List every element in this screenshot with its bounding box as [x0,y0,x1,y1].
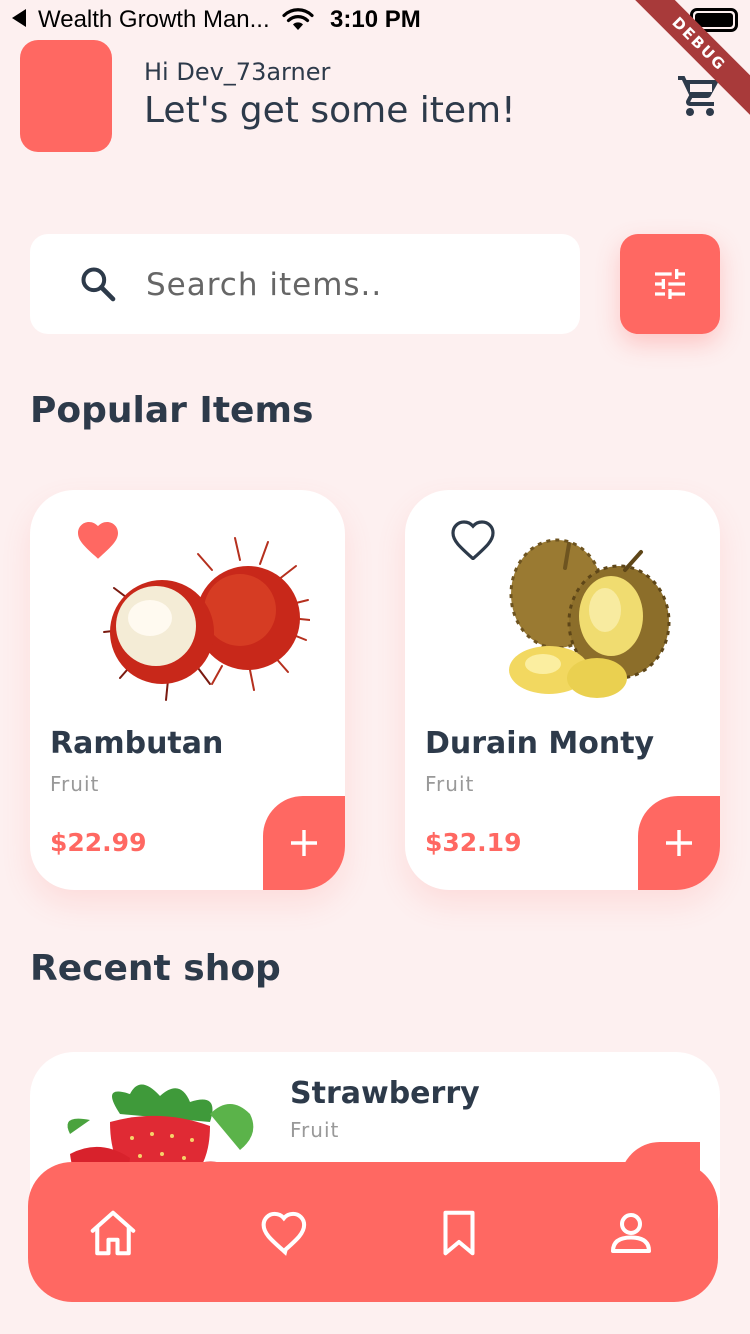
recent-section-title: Recent shop [30,948,281,989]
search-input[interactable] [146,262,556,308]
profile-icon [610,1212,652,1254]
product-category: Fruit [425,772,475,796]
recent-item-category: Fruit [290,1118,340,1142]
nav-favorites[interactable] [258,1206,312,1260]
nav-profile[interactable] [604,1206,658,1260]
greeting-text: Hi Dev_73arner [144,58,331,86]
wifi-icon [282,8,314,36]
popular-section-title: Popular Items [30,390,314,431]
product-category: Fruit [50,772,100,796]
heart-icon [261,1211,307,1256]
product-price: $22.99 [50,828,147,857]
filter-button[interactable] [620,234,720,334]
home-icon [90,1210,136,1256]
page-headline: Let's get some item! [144,90,516,131]
plus-icon [291,830,317,856]
product-card[interactable]: Durain Monty Fruit $32.19 [405,490,720,890]
bookmark-icon [443,1210,475,1256]
search-icon [78,264,118,308]
plus-icon [666,830,692,856]
nav-bookmarks[interactable] [432,1206,486,1260]
tune-icon [655,269,685,299]
product-name: Rambutan [50,726,224,761]
durian-image [509,538,671,698]
bottom-navigation [28,1162,718,1302]
status-app-name[interactable]: Wealth Growth Man... [38,6,270,34]
product-card[interactable]: Rambutan Fruit $22.99 [30,490,345,890]
search-bar[interactable] [30,234,580,334]
status-bar: Wealth Growth Man... 3:10 PM [0,0,750,40]
back-arrow-icon[interactable] [12,9,26,27]
recent-item-name: Strawberry [290,1076,480,1111]
rambutan-image [103,537,310,701]
avatar[interactable] [20,40,112,152]
product-price: $32.19 [425,828,522,857]
add-to-cart-button[interactable] [638,796,720,890]
product-name: Durain Monty [425,726,655,761]
nav-home[interactable] [86,1206,140,1260]
status-time: 3:10 PM [330,6,421,33]
add-to-cart-button[interactable] [263,796,345,890]
